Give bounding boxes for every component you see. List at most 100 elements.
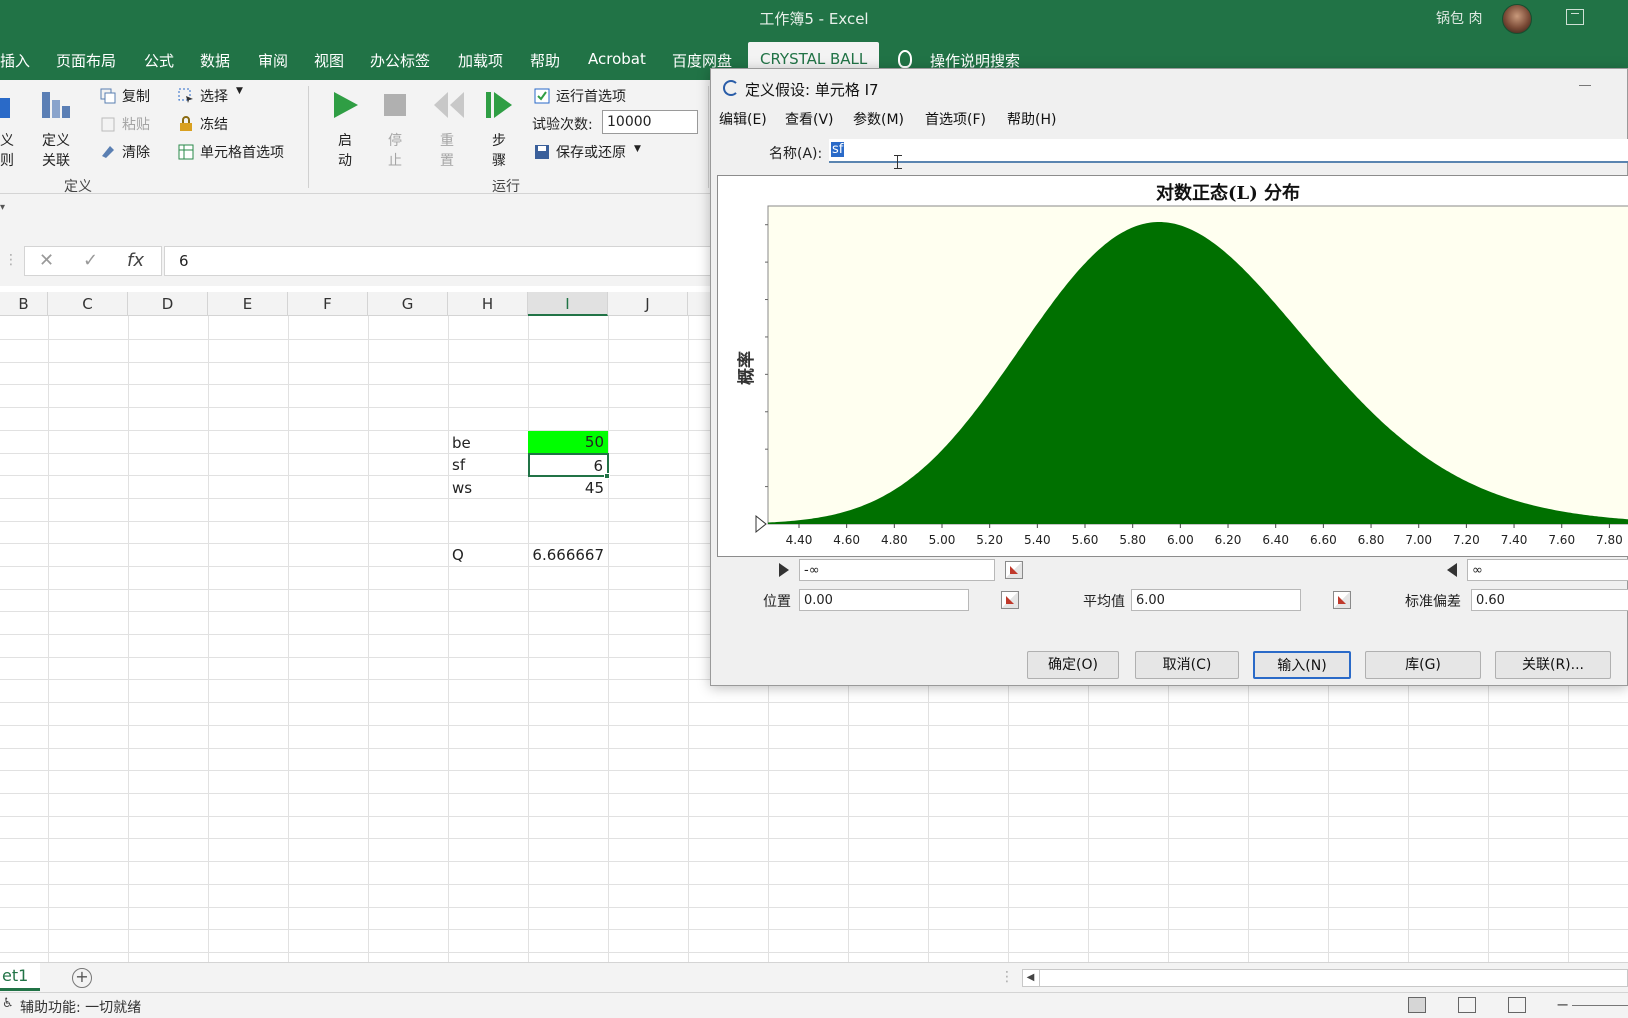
stop-icon[interactable]: [382, 92, 408, 118]
cell-preferences-button[interactable]: 单元格首选项: [200, 142, 284, 162]
stop-label-1[interactable]: 停: [388, 130, 402, 150]
tab-data[interactable]: 数据: [200, 50, 230, 71]
start-label-2[interactable]: 动: [338, 150, 352, 170]
column-header[interactable]: F: [288, 292, 368, 316]
enter-icon[interactable]: ✓: [83, 250, 98, 271]
chevron-down-icon[interactable]: ▼: [634, 144, 641, 154]
zoom-out-icon[interactable]: −: [1556, 995, 1569, 1014]
quick-access-more-icon[interactable]: ▾: [0, 202, 5, 213]
tab-review[interactable]: 审阅: [258, 50, 288, 71]
cell-reference-icon[interactable]: [1333, 591, 1351, 609]
cell-label[interactable]: Q: [452, 544, 528, 566]
reset-label-1[interactable]: 重: [440, 130, 454, 150]
define-button-label-part1[interactable]: 义: [0, 130, 14, 150]
ribbon-display-options-icon[interactable]: [1566, 9, 1584, 25]
define-button-label-part2[interactable]: 则: [0, 150, 14, 170]
avatar[interactable]: [1502, 4, 1532, 34]
step-icon[interactable]: [484, 90, 514, 120]
split-handle-icon[interactable]: ⋮: [1000, 969, 1014, 985]
minimize-icon[interactable]: [1579, 85, 1591, 86]
copy-button[interactable]: 复制: [122, 86, 150, 106]
page-break-view-icon[interactable]: [1508, 997, 1526, 1013]
trials-input[interactable]: 10000: [602, 110, 698, 134]
paste-button[interactable]: 粘贴: [122, 114, 150, 134]
menu-parameters[interactable]: 参数(M): [853, 109, 904, 129]
resize-handle-icon[interactable]: ⋮: [4, 252, 18, 268]
horizontal-scrollbar[interactable]: [1022, 969, 1628, 987]
menu-view[interactable]: 查看(V): [785, 109, 834, 129]
clear-button[interactable]: 清除: [122, 142, 150, 162]
define-correlation-label-2[interactable]: 关联: [42, 150, 70, 170]
tab-acrobat[interactable]: Acrobat: [588, 50, 646, 68]
column-header[interactable]: D: [128, 292, 208, 316]
ok-button[interactable]: 确定(O): [1027, 651, 1119, 679]
page-layout-view-icon[interactable]: [1458, 997, 1476, 1013]
column-header[interactable]: G: [368, 292, 448, 316]
column-header[interactable]: B: [0, 292, 48, 316]
select-dropdown[interactable]: 选择: [200, 86, 228, 106]
step-label-2[interactable]: 骤: [492, 150, 506, 170]
cell-reference-icon[interactable]: [1005, 561, 1023, 579]
x-tick-label: 6.40: [1262, 533, 1289, 547]
user-name[interactable]: 锅包 肉: [1436, 8, 1482, 28]
enter-button[interactable]: 输入(N): [1253, 651, 1351, 679]
save-restore-dropdown[interactable]: 保存或还原: [556, 142, 626, 162]
reset-icon[interactable]: [432, 90, 466, 120]
menu-edit[interactable]: 编辑(E): [719, 109, 767, 129]
freeze-button[interactable]: 冻结: [200, 114, 228, 134]
zoom-slider[interactable]: [1572, 1005, 1628, 1006]
cell-label[interactable]: ws: [452, 477, 528, 499]
sheet-tab[interactable]: et1: [0, 963, 40, 991]
scroll-left-icon[interactable]: ◀: [1022, 969, 1040, 987]
cell-reference-icon[interactable]: [1001, 591, 1019, 609]
tab-office-tab[interactable]: 办公标签: [370, 50, 430, 71]
cancel-icon[interactable]: ✕: [39, 250, 54, 271]
normal-view-icon[interactable]: [1408, 997, 1426, 1013]
active-cell[interactable]: 6: [528, 453, 609, 477]
column-header[interactable]: H: [448, 292, 528, 316]
step-label-1[interactable]: 步: [492, 130, 506, 150]
tab-addins[interactable]: 加载项: [458, 50, 503, 71]
name-input[interactable]: sf: [829, 139, 1628, 163]
cell-label[interactable]: be: [452, 432, 528, 454]
truncation-grabber-icon[interactable]: [755, 514, 767, 534]
lower-bound-input[interactable]: -∞: [799, 559, 995, 581]
add-sheet-icon[interactable]: +: [72, 968, 92, 988]
tab-view[interactable]: 视图: [314, 50, 344, 71]
cell-value[interactable]: 50: [528, 431, 608, 453]
start-label-1[interactable]: 启: [338, 130, 352, 150]
gallery-button[interactable]: 库(G): [1365, 651, 1481, 679]
insert-function-icon[interactable]: fx: [127, 250, 144, 271]
tab-help[interactable]: 帮助: [530, 50, 560, 71]
tab-insert[interactable]: 插入: [0, 50, 30, 71]
cancel-button[interactable]: 取消(C): [1135, 651, 1239, 679]
correlate-button[interactable]: 关联(R)...: [1495, 651, 1611, 679]
column-header[interactable]: J: [608, 292, 688, 316]
define-correlation-icon[interactable]: [40, 90, 72, 120]
define-assumption-icon[interactable]: [0, 96, 12, 120]
menu-help[interactable]: 帮助(H): [1007, 109, 1056, 129]
accessibility-icon[interactable]: ♿: [2, 996, 14, 1011]
column-header-selected[interactable]: I: [528, 292, 608, 316]
column-header[interactable]: C: [48, 292, 128, 316]
cell-value[interactable]: 6.666667: [528, 544, 608, 566]
upper-bound-input[interactable]: ∞: [1467, 559, 1628, 581]
reset-label-2[interactable]: 置: [440, 150, 454, 170]
run-preferences-button[interactable]: 运行首选项: [556, 86, 626, 106]
chevron-down-icon[interactable]: ▼: [236, 86, 243, 96]
define-correlation-label-1[interactable]: 定义: [42, 130, 70, 150]
lower-bound-grabber-icon[interactable]: [779, 563, 789, 577]
upper-bound-grabber-icon[interactable]: [1447, 563, 1457, 577]
cell-value[interactable]: 45: [528, 477, 608, 499]
mean-input[interactable]: 6.00: [1131, 589, 1301, 611]
std-dev-input[interactable]: 0.60: [1471, 589, 1628, 611]
play-icon[interactable]: [330, 90, 360, 120]
accessibility-status[interactable]: 辅助功能: 一切就绪: [20, 997, 141, 1017]
tab-page-layout[interactable]: 页面布局: [56, 50, 116, 71]
location-input[interactable]: 0.00: [799, 589, 969, 611]
menu-preferences[interactable]: 首选项(F): [925, 109, 986, 129]
stop-label-2[interactable]: 止: [388, 150, 402, 170]
tab-formulas[interactable]: 公式: [144, 50, 174, 71]
column-header[interactable]: E: [208, 292, 288, 316]
cell-label[interactable]: sf: [452, 454, 528, 476]
